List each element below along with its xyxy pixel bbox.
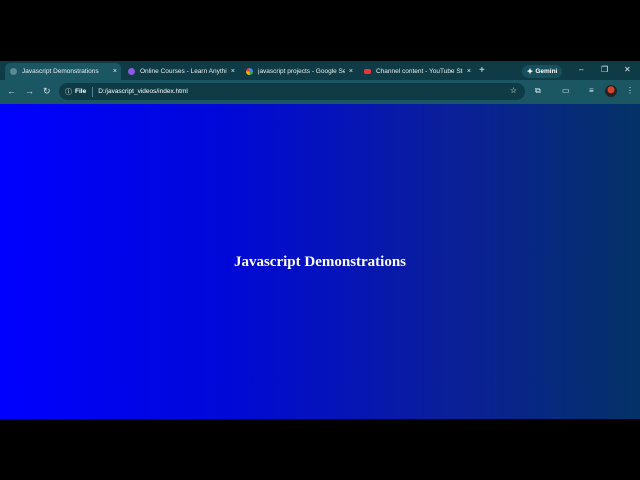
address-bar[interactable]: ⓘ File D:/javascript_videos/index.html ☆ bbox=[59, 83, 525, 100]
address-scheme: File bbox=[75, 88, 87, 95]
tab-strip: Javascript Demonstrations × Online Cours… bbox=[0, 61, 640, 80]
browser-window: Javascript Demonstrations × Online Cours… bbox=[0, 61, 640, 419]
new-tab-button[interactable]: + bbox=[479, 65, 485, 76]
close-icon[interactable]: × bbox=[467, 68, 471, 75]
close-icon[interactable]: × bbox=[349, 68, 353, 75]
address-divider bbox=[92, 86, 94, 97]
tab-online-courses[interactable]: Online Courses - Learn Anythin × bbox=[123, 63, 239, 80]
toolbar: ← → ↻ ⓘ File D:/javascript_videos/index.… bbox=[0, 80, 640, 104]
gemini-star-icon: ✦ bbox=[526, 67, 534, 76]
profile-avatar[interactable] bbox=[605, 85, 617, 97]
gemini-button[interactable]: ✦ Gemini bbox=[522, 65, 562, 78]
extensions-icon[interactable]: ⧉ bbox=[535, 86, 541, 96]
gemini-label: Gemini bbox=[535, 68, 558, 75]
youtube-icon bbox=[364, 69, 371, 74]
tab-javascript-demonstrations[interactable]: Javascript Demonstrations × bbox=[5, 63, 121, 80]
address-url[interactable]: D:/javascript_videos/index.html bbox=[98, 88, 188, 95]
tab-title: javascript projects - Google Se bbox=[258, 68, 345, 75]
tab-youtube-studio[interactable]: Channel content - YouTube Stu × bbox=[359, 63, 475, 80]
bookmark-star-icon[interactable]: ☆ bbox=[510, 86, 517, 95]
tab-title: Channel content - YouTube Stu bbox=[376, 68, 463, 75]
close-icon[interactable]: × bbox=[231, 68, 235, 75]
reload-button[interactable]: ↻ bbox=[43, 86, 51, 97]
menu-icon[interactable]: ⋮ bbox=[626, 86, 634, 95]
globe-icon bbox=[10, 68, 17, 75]
course-site-icon bbox=[128, 68, 135, 75]
google-icon bbox=[246, 68, 253, 75]
tab-google-search[interactable]: javascript projects - Google Se × bbox=[241, 63, 357, 80]
cast-icon[interactable]: ▭ bbox=[562, 86, 570, 95]
forward-button[interactable]: → bbox=[25, 86, 34, 96]
window-close-button[interactable]: ✕ bbox=[624, 65, 631, 74]
restore-button[interactable]: ❐ bbox=[601, 65, 608, 74]
minimize-button[interactable]: – bbox=[579, 65, 583, 74]
back-button[interactable]: ← bbox=[7, 86, 16, 96]
info-icon[interactable]: ⓘ bbox=[65, 87, 72, 97]
media-controls-icon[interactable]: ≡ bbox=[589, 86, 594, 95]
tab-title: Online Courses - Learn Anythin bbox=[140, 68, 227, 75]
tab-title: Javascript Demonstrations bbox=[22, 68, 99, 75]
close-icon[interactable]: × bbox=[113, 68, 117, 75]
page-heading: Javascript Demonstrations bbox=[233, 254, 407, 270]
page-viewport: Javascript Demonstrations bbox=[0, 104, 640, 419]
